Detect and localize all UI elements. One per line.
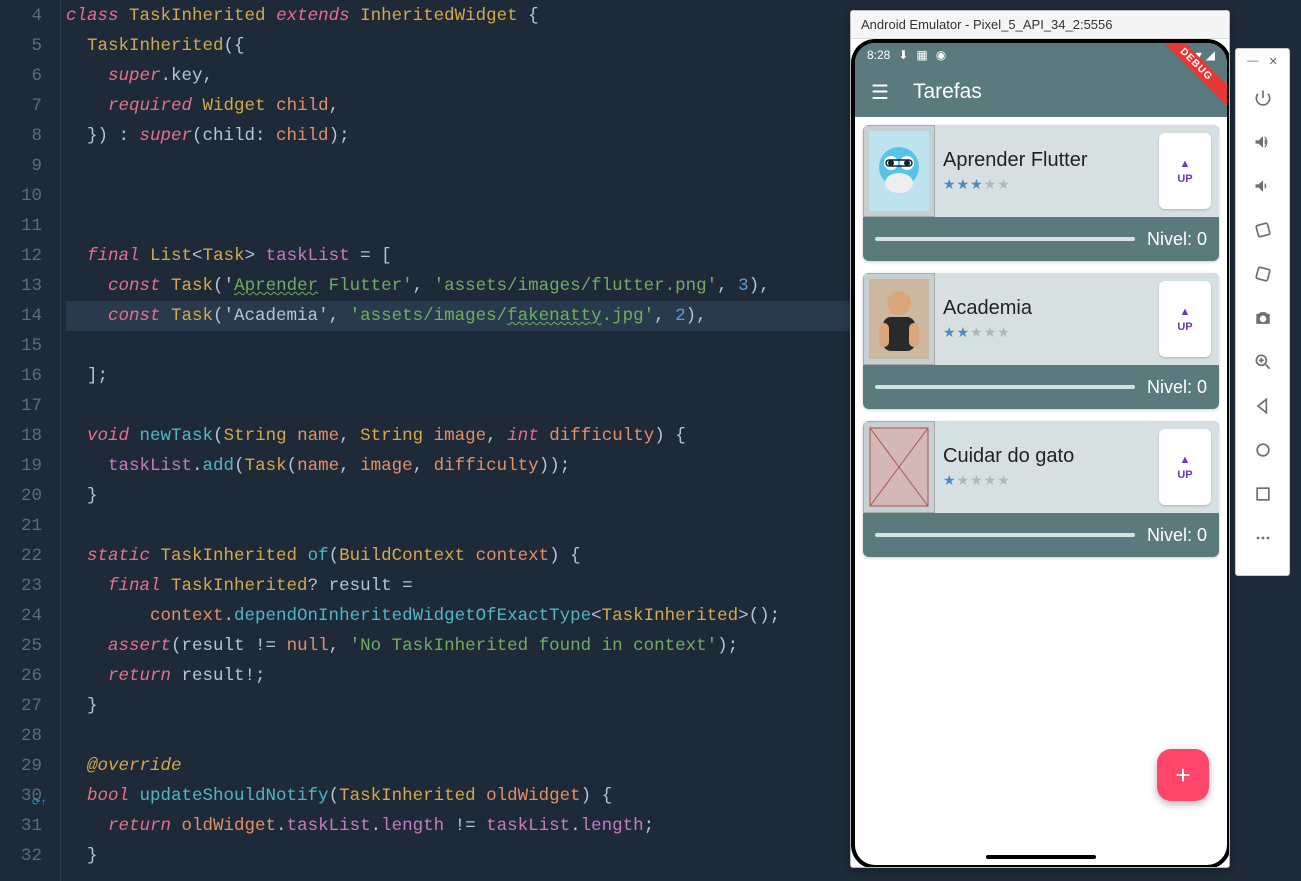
task-stars: ★★★★★: [943, 176, 1143, 193]
up-button[interactable]: ▲ UP: [1159, 133, 1211, 209]
wifi-icon: ▾: [1196, 48, 1202, 62]
task-card: Aprender Flutter ★★★★★ ▲ UP Nivel: 0: [863, 125, 1219, 261]
device-screen[interactable]: 8:28 ⬇ ▦ ◉ ▾ ◢ ☰ Tarefas DEBUG Aprender …: [855, 43, 1227, 865]
task-name: Academia: [943, 297, 1143, 320]
code-area[interactable]: class TaskInherited extends InheritedWid…: [60, 0, 850, 881]
minimize-icon[interactable]: —: [1247, 55, 1258, 68]
task-name: Cuidar do gato: [943, 445, 1143, 468]
signal-icon: ◢: [1206, 48, 1215, 62]
device-frame: 8:28 ⬇ ▦ ◉ ▾ ◢ ☰ Tarefas DEBUG Aprender …: [851, 39, 1230, 868]
line-gutter: 4567891011121314💡15161718192021222324252…: [0, 0, 60, 881]
more-icon[interactable]: [1244, 519, 1282, 557]
task-card: Academia ★★★★★ ▲ UP Nivel: 0: [863, 273, 1219, 409]
task-progress: [875, 385, 1135, 389]
up-label: UP: [1177, 321, 1192, 333]
rotate-left-icon[interactable]: [1244, 211, 1282, 249]
task-name: Aprender Flutter: [943, 149, 1143, 172]
app-bar: ☰ Tarefas: [855, 67, 1227, 117]
arrow-up-icon: ▲: [1180, 158, 1191, 170]
back-icon[interactable]: [1244, 387, 1282, 425]
power-icon[interactable]: [1244, 79, 1282, 117]
menu-icon[interactable]: ☰: [871, 80, 889, 105]
zoom-icon[interactable]: [1244, 343, 1282, 381]
camera-icon[interactable]: [1244, 299, 1282, 337]
appbar-title: Tarefas: [913, 80, 982, 104]
volume-up-icon[interactable]: [1244, 123, 1282, 161]
arrow-up-icon: ▲: [1180, 454, 1191, 466]
up-button[interactable]: ▲ UP: [1159, 429, 1211, 505]
up-label: UP: [1177, 173, 1192, 185]
task-level: Nivel: 0: [1147, 229, 1207, 250]
emulator-window: Android Emulator - Pixel_5_API_34_2:5556…: [850, 10, 1230, 868]
task-card: Cuidar do gato ★★★★★ ▲ UP Nivel: 0: [863, 421, 1219, 557]
task-image: [863, 421, 935, 513]
task-stars: ★★★★★: [943, 472, 1143, 489]
arrow-up-icon: ▲: [1180, 306, 1191, 318]
task-progress: [875, 533, 1135, 537]
task-level: Nivel: 0: [1147, 525, 1207, 546]
rotate-right-icon[interactable]: [1244, 255, 1282, 293]
app-body[interactable]: Aprender Flutter★★★★★▲UPNivel: 0Academia…: [855, 117, 1227, 817]
emulator-title: Android Emulator - Pixel_5_API_34_2:5556: [851, 11, 1229, 39]
task-image: [863, 125, 935, 217]
emulator-toolbar: — ✕: [1235, 48, 1290, 576]
fab-add-button[interactable]: +: [1157, 749, 1209, 801]
status-icon: ▦: [916, 48, 927, 62]
overview-icon[interactable]: [1244, 475, 1282, 513]
status-icon: ⬇: [898, 48, 908, 62]
status-bar: 8:28 ⬇ ▦ ◉ ▾ ◢: [855, 43, 1227, 67]
volume-down-icon[interactable]: [1244, 167, 1282, 205]
nav-pill[interactable]: [986, 855, 1096, 859]
task-level: Nivel: 0: [1147, 377, 1207, 398]
task-stars: ★★★★★: [943, 324, 1143, 341]
close-icon[interactable]: ✕: [1269, 55, 1278, 68]
task-image: [863, 273, 935, 365]
up-button[interactable]: ▲ UP: [1159, 281, 1211, 357]
home-icon[interactable]: [1244, 431, 1282, 469]
plus-icon: +: [1175, 760, 1190, 791]
task-progress: [875, 237, 1135, 241]
status-icon: ◉: [936, 48, 946, 62]
up-label: UP: [1177, 469, 1192, 481]
status-time: 8:28: [867, 48, 890, 62]
code-editor[interactable]: 4567891011121314💡15161718192021222324252…: [0, 0, 850, 881]
